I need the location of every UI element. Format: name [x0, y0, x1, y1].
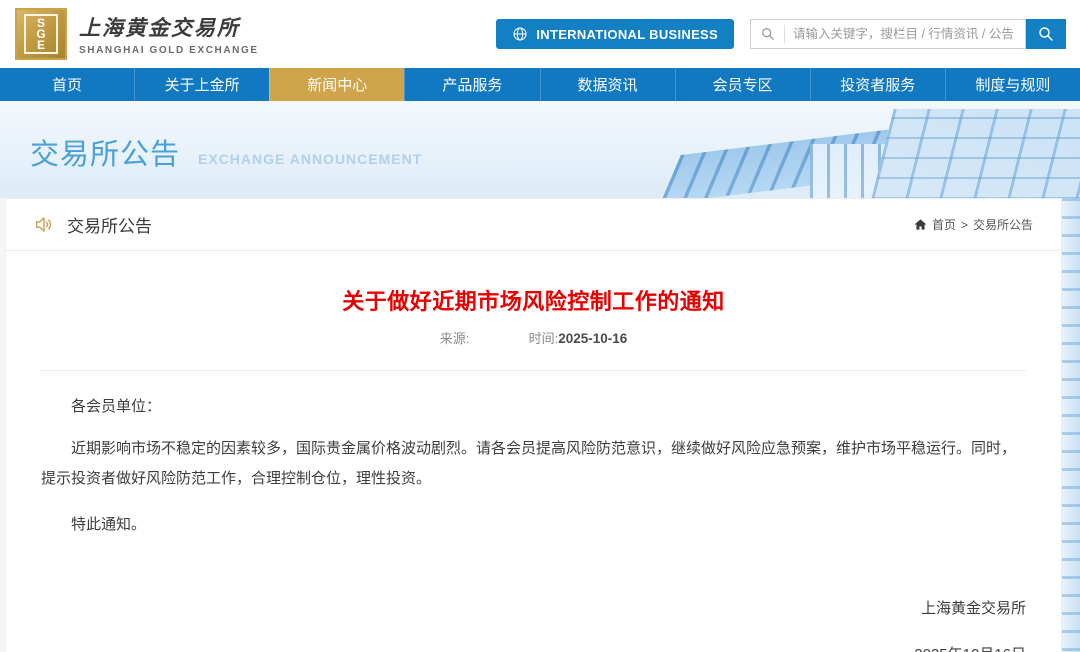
section-banner: 交易所公告 EXCHANGE ANNOUNCEMENT	[0, 101, 1080, 198]
article-paragraph: 近期影响市场不稳定的因素较多，国际贵金属价格波动剧烈。请各会员提高风险防范意识，…	[41, 440, 1017, 487]
breadcrumb: 首页 > 交易所公告	[914, 216, 1033, 233]
content-card: 交易所公告 首页 > 交易所公告 关于做好近期市场风险控制工作的通知 来源: 时…	[5, 198, 1062, 652]
search-icon	[751, 25, 785, 43]
banner-building-art	[660, 101, 1080, 198]
time-value: 2025-10-16	[558, 331, 628, 346]
breadcrumb-separator: >	[960, 217, 968, 232]
breadcrumb-home-link[interactable]: 首页	[932, 216, 956, 233]
search-button[interactable]	[1026, 19, 1066, 49]
nav-item-home[interactable]: 首页	[0, 68, 134, 101]
top-header: S G E 上海黄金交易所 SHANGHAI GOLD EXCHANGE INT…	[0, 0, 1080, 68]
sge-logo[interactable]: S G E 上海黄金交易所 SHANGHAI GOLD EXCHANGE	[15, 8, 259, 60]
article: 关于做好近期市场风险控制工作的通知 来源: 时间:2025-10-16 各会员单…	[6, 284, 1061, 652]
nav-item-investor-services[interactable]: 投资者服务	[809, 68, 945, 101]
nav-item-about[interactable]: 关于上金所	[134, 68, 269, 101]
article-notice: 特此通知。	[71, 516, 147, 533]
breadcrumb-current: 交易所公告	[972, 218, 1033, 232]
article-date: 2025年10月16日	[41, 640, 1026, 652]
time-label: 时间:	[528, 331, 559, 346]
globe-icon	[512, 26, 528, 42]
nav-item-news-center[interactable]: 新闻中心	[269, 68, 405, 101]
search-bar	[750, 19, 1066, 49]
speaker-icon	[34, 214, 55, 235]
nav-item-products[interactable]: 产品服务	[404, 68, 539, 101]
nav-item-members[interactable]: 会员专区	[674, 68, 810, 101]
home-icon	[914, 218, 927, 231]
article-salutation: 各会员单位：	[71, 398, 162, 415]
nav-item-rules[interactable]: 制度与规则	[944, 68, 1080, 101]
background-building-strip	[1062, 198, 1080, 652]
international-business-button[interactable]: INTERNATIONAL BUSINESS	[496, 19, 734, 49]
section-title: 交易所公告	[67, 217, 152, 236]
search-input[interactable]	[785, 27, 1025, 41]
source-label: 来源:	[439, 331, 470, 346]
article-title: 关于做好近期市场风险控制工作的通知	[342, 289, 725, 314]
logo-en-name: SHANGHAI GOLD EXCHANGE	[79, 45, 259, 56]
seal-letter: E	[36, 37, 45, 52]
intl-button-label: INTERNATIONAL BUSINESS	[536, 26, 718, 42]
logo-cn-name: 上海黄金交易所	[79, 15, 240, 40]
meta-divider	[41, 370, 1026, 371]
banner-subtitle: EXCHANGE ANNOUNCEMENT	[198, 151, 423, 167]
banner-title: 交易所公告	[30, 139, 181, 171]
search-button-icon	[1039, 27, 1053, 41]
nav-item-data[interactable]: 数据资讯	[539, 68, 675, 101]
article-meta: 来源: 时间:2025-10-16	[41, 328, 1026, 347]
article-signature: 上海黄金交易所	[920, 600, 1026, 617]
section-header: 交易所公告 首页 > 交易所公告	[6, 199, 1061, 251]
main-nav: 首页 关于上金所 新闻中心 产品服务 数据资讯 会员专区 投资者服务 制度与规则	[0, 68, 1080, 101]
sge-seal-icon: S G E	[15, 8, 67, 60]
